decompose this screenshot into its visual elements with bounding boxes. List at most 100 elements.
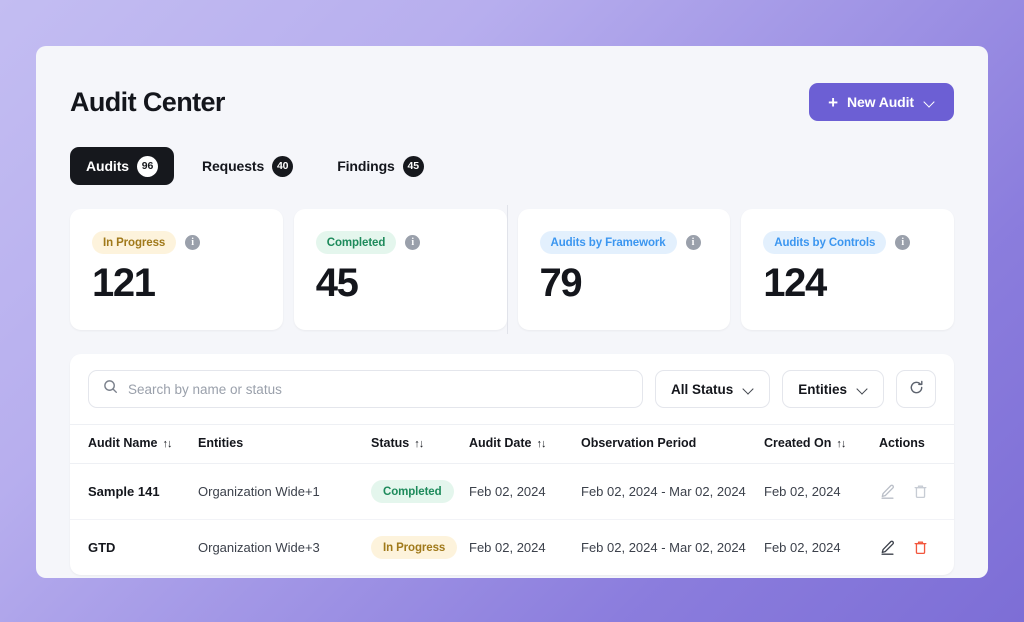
entities-filter-dropdown[interactable]: Entities: [782, 370, 884, 408]
column-header-label: Created On: [764, 436, 832, 450]
cell-observation-period: Feb 02, 2024 - Mar 02, 2024: [581, 540, 746, 555]
cell-created-on: Feb 02, 2024: [764, 540, 841, 555]
column-header-label: Entities: [198, 436, 244, 450]
column-header-entities: Entities: [198, 424, 371, 464]
cell-entities: Organization Wide+3: [198, 520, 371, 576]
column-header-label: Audit Date: [469, 436, 532, 450]
tab-count-badge: 45: [402, 155, 424, 177]
cell-actions: [879, 520, 954, 576]
status-badge: In Progress: [371, 536, 458, 559]
stat-badge: In Progress: [92, 231, 177, 254]
search-box[interactable]: [88, 370, 643, 408]
status-badge: Completed: [371, 480, 454, 503]
info-icon[interactable]: i: [685, 235, 701, 250]
entity-label: Organization Wide: [198, 540, 305, 555]
info-icon[interactable]: i: [405, 235, 421, 250]
tab-audits[interactable]: Audits 96: [70, 147, 174, 185]
column-header-label: Audit Name: [88, 436, 158, 450]
sort-icon[interactable]: ↑↓: [836, 438, 846, 450]
tab-count-badge: 40: [272, 155, 294, 177]
table-row[interactable]: GTD Organization Wide+3 In Progress Feb 02,…: [70, 520, 954, 576]
stat-card-row: In Progress i 121 Completed i 45 Audits by Fra…: [70, 205, 954, 334]
stat-card: Audits by Controls i 124: [741, 209, 954, 330]
info-icon[interactable]: i: [895, 235, 911, 250]
stat-badge: Audits by Framework: [539, 231, 677, 254]
column-header-label: Actions: [879, 436, 925, 450]
column-header-actions: Actions: [879, 424, 954, 464]
new-audit-button[interactable]: + New Audit: [809, 83, 954, 121]
column-header-created-on[interactable]: Created On ↑↓: [764, 424, 879, 464]
stat-badge-row: Audits by Controls i: [763, 231, 932, 254]
search-icon: [103, 379, 118, 399]
stat-card: Audits by Framework i 79: [506, 205, 731, 334]
stat-value: 45: [315, 261, 359, 305]
edit-icon[interactable]: [879, 483, 896, 500]
column-header-audit-date[interactable]: Audit Date ↑↓: [469, 424, 581, 464]
stat-value: 121: [92, 261, 156, 305]
tab-requests[interactable]: Requests 40: [186, 147, 309, 185]
stat-badge: Audits by Controls: [763, 231, 887, 254]
info-icon[interactable]: i: [185, 235, 201, 250]
status-filter-dropdown[interactable]: All Status: [654, 370, 771, 408]
cell-audit-name: Sample 141: [70, 463, 198, 520]
tab-findings[interactable]: Findings 45: [321, 147, 440, 185]
edit-icon[interactable]: [879, 539, 896, 556]
table-row[interactable]: Sample 141 Organization Wide+1 Completed Fe…: [70, 463, 954, 520]
tab-label: Audits: [86, 158, 129, 174]
table-toolbar: All Status Entities: [70, 354, 954, 424]
row-actions: [879, 483, 954, 500]
stat-badge-row: Audits by Framework i: [539, 231, 709, 254]
column-header-observation-period: Observation Period: [581, 424, 764, 464]
delete-icon[interactable]: [912, 539, 929, 556]
stat-badge-row: Completed i: [315, 231, 485, 254]
search-input[interactable]: [128, 381, 628, 397]
page-title: Audit Center: [70, 86, 225, 117]
tab-label: Requests: [201, 158, 265, 174]
tab-bar: Audits 96 Requests 40 Findings 45: [70, 147, 954, 185]
stat-value: 124: [763, 261, 827, 305]
column-header-label: Observation Period: [581, 436, 697, 450]
cell-status: Completed: [371, 463, 469, 520]
stat-card: Completed i 45: [293, 209, 507, 330]
entity-label: Organization Wide: [198, 484, 305, 499]
new-audit-label: New Audit: [846, 94, 914, 110]
refresh-icon: [908, 379, 925, 399]
page-header: Audit Center + New Audit: [70, 80, 954, 124]
audits-panel: All Status Entities: [70, 354, 954, 575]
sort-icon[interactable]: ↑↓: [162, 438, 172, 450]
entity-overflow-count: +3: [304, 540, 320, 555]
column-header-label: Status: [371, 436, 410, 450]
cell-actions: [879, 463, 954, 520]
cell-audit-date: Feb 02, 2024: [469, 463, 581, 520]
sort-icon[interactable]: ↑↓: [414, 438, 424, 450]
stat-value: 79: [539, 261, 583, 305]
entities-filter-label: Entities: [798, 381, 847, 397]
stat-badge: Completed: [315, 231, 397, 254]
entity-overflow-count: +1: [304, 484, 320, 499]
plus-icon: +: [828, 92, 838, 112]
stat-card: In Progress i 121: [70, 209, 283, 330]
app-window: Audit Center + New Audit Audits 96 Request…: [36, 46, 988, 578]
cell-status: In Progress: [371, 520, 469, 576]
cell-created-on: Feb 02, 2024: [764, 463, 879, 520]
cell-audit-name: GTD: [88, 540, 116, 555]
table-head: Audit Name ↑↓ Entities Status ↑↓ Audit Date ↑↓…: [70, 424, 954, 464]
row-actions: [879, 539, 954, 556]
cell-entities: Organization Wide+1: [198, 463, 371, 520]
column-header-audit-name[interactable]: Audit Name ↑↓: [70, 424, 198, 464]
table-body: Sample 141 Organization Wide+1 Completed Fe…: [70, 463, 954, 576]
stat-badge-row: In Progress i: [92, 231, 261, 254]
tab-count-badge: 96: [136, 155, 158, 177]
chevron-down-icon: [925, 97, 935, 107]
column-header-status[interactable]: Status ↑↓: [371, 424, 469, 464]
chevron-down-icon: [744, 384, 754, 394]
refresh-button[interactable]: [896, 370, 936, 408]
delete-icon[interactable]: [912, 483, 929, 500]
status-filter-label: All Status: [670, 381, 734, 397]
sort-icon[interactable]: ↑↓: [537, 438, 547, 450]
tab-label: Findings: [337, 158, 395, 174]
chevron-down-icon: [858, 384, 868, 394]
cell-audit-date: Feb 02, 2024: [469, 540, 546, 555]
cell-observation-period: Feb 02, 2024 - Mar 02, 2024: [581, 463, 764, 520]
audits-table: Audit Name ↑↓ Entities Status ↑↓ Audit Date ↑↓…: [70, 424, 954, 575]
